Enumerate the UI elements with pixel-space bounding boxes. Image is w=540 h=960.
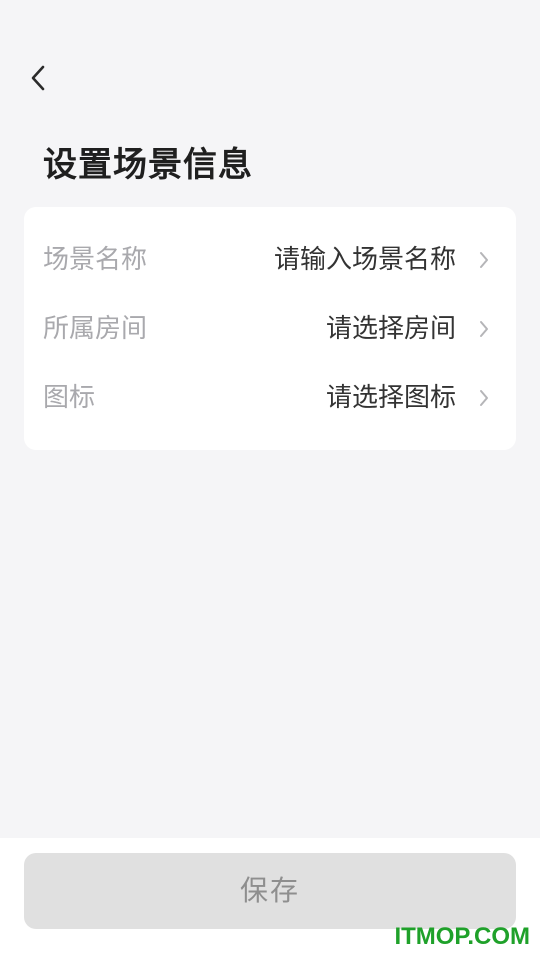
chevron-right-icon [478, 319, 490, 339]
icon-value: 请选择图标 [325, 383, 456, 413]
chevron-right-icon [478, 388, 490, 408]
icon-label: 图标 [43, 383, 96, 413]
watermark: ITMOP.COM [394, 923, 530, 950]
room-row[interactable]: 所属房间 请选择房间 [24, 299, 516, 359]
scene-info-card: 场景名称 请输入场景名称 所属房间 请选择房间 图标 请选择图标 [24, 207, 516, 450]
scene-name-row[interactable]: 场景名称 请输入场景名称 [24, 230, 516, 290]
chevron-right-icon [478, 250, 490, 270]
back-button[interactable] [18, 58, 58, 98]
save-button[interactable]: 保存 [24, 853, 516, 929]
room-value: 请选择房间 [325, 314, 456, 344]
page-title: 设置场景信息 [43, 145, 253, 185]
room-label: 所属房间 [43, 314, 148, 344]
scene-name-value: 请输入场景名称 [273, 245, 456, 275]
icon-row[interactable]: 图标 请选择图标 [24, 368, 516, 428]
scene-name-label: 场景名称 [43, 245, 148, 275]
chevron-left-icon [31, 65, 45, 91]
